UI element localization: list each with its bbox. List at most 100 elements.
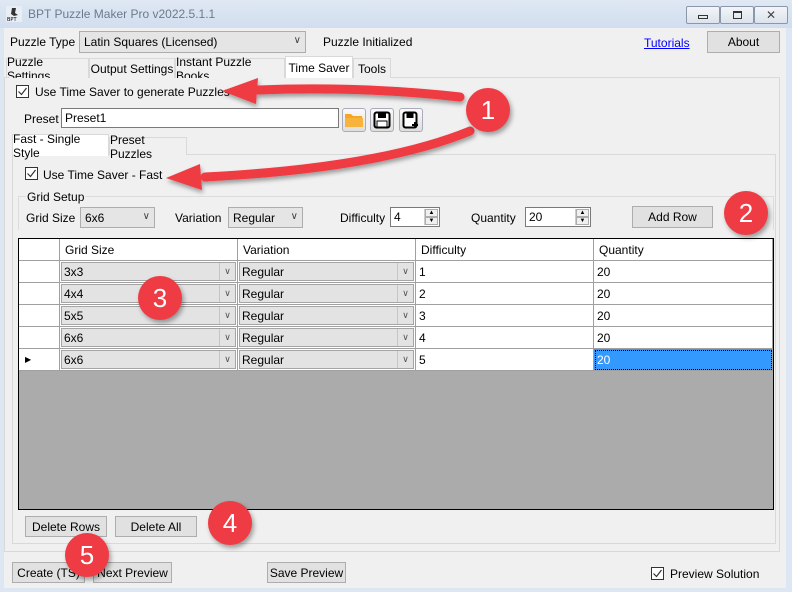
spin-up-icon[interactable]: ▲ (576, 209, 589, 217)
difficulty-cell[interactable]: 4 (416, 327, 594, 349)
minimize-button[interactable] (686, 6, 720, 24)
use-time-saver-fast-label: Use Time Saver - Fast (43, 168, 163, 182)
grid-size-cell[interactable]: 6x6 ∨ (60, 327, 238, 349)
maximize-icon (732, 11, 742, 19)
difficulty-value: 4 (394, 210, 401, 224)
puzzle-type-select[interactable]: Latin Squares (Licensed) ∨ (79, 31, 306, 53)
variation-cell-dropdown[interactable]: Regular ∨ (239, 284, 414, 303)
chevron-down-icon[interactable]: ∨ (397, 329, 413, 346)
tab-tools[interactable]: Tools (353, 58, 391, 78)
chevron-down-icon[interactable]: ∨ (397, 285, 413, 302)
variation-cell-dropdown[interactable]: Regular ∨ (239, 306, 414, 325)
quantity-cell[interactable]: 20 (594, 283, 773, 305)
difficulty-cell[interactable]: 2 (416, 283, 594, 305)
annotation-badge-1: 1 (466, 88, 510, 132)
variation-cell-value: Regular (242, 286, 285, 301)
column-header-quantity[interactable]: Quantity (594, 239, 773, 261)
difficulty-cell[interactable]: 1 (416, 261, 594, 283)
quantity-spinner[interactable]: 20 ▲ ▼ (525, 207, 591, 227)
delete-all-button[interactable]: Delete All (115, 516, 197, 537)
difficulty-spinner[interactable]: 4 ▲ ▼ (390, 207, 440, 227)
variation-cell[interactable]: Regular ∨ (238, 261, 416, 283)
variation-cell-dropdown[interactable]: Regular ∨ (239, 262, 414, 281)
quantity-cell[interactable]: 20 (594, 349, 773, 371)
use-time-saver-checkbox[interactable] (16, 85, 29, 98)
chevron-down-icon[interactable]: ∨ (219, 351, 235, 368)
column-header-difficulty[interactable]: Difficulty (416, 239, 594, 261)
row-header[interactable] (19, 327, 60, 349)
chevron-down-icon[interactable]: ∨ (397, 351, 413, 368)
chevron-down-icon[interactable]: ∨ (219, 329, 235, 346)
grid-row[interactable]: ▶ 6x6 ∨ Regular ∨ 5 20 (19, 349, 773, 371)
close-button[interactable]: ✕ (754, 6, 788, 24)
row-header[interactable] (19, 305, 60, 327)
variation-cell-dropdown[interactable]: Regular ∨ (239, 350, 414, 369)
variation-cell[interactable]: Regular ∨ (238, 283, 416, 305)
row-header[interactable] (19, 261, 60, 283)
tab-instant-puzzle-books[interactable]: Instant Puzzle Books (175, 55, 285, 83)
spin-up-icon[interactable]: ▲ (425, 209, 438, 217)
chevron-down-icon[interactable]: ∨ (397, 307, 413, 324)
maximize-button[interactable] (720, 6, 754, 24)
save-as-preset-button[interactable] (399, 108, 423, 132)
chevron-down-icon[interactable]: ∨ (397, 263, 413, 280)
about-button[interactable]: About (707, 31, 780, 53)
chevron-down-icon[interactable]: ∨ (219, 307, 235, 324)
puzzle-grid[interactable]: Grid Size Variation Difficulty Quantity … (18, 238, 774, 510)
grid-row[interactable]: 3x3 ∨ Regular ∨ 1 20 (19, 261, 773, 283)
puzzle-type-value: Latin Squares (Licensed) (84, 35, 218, 49)
tab-puzzle-settings[interactable]: Puzzle Settings (6, 55, 89, 83)
variation-select[interactable]: Regular ∨ (228, 207, 303, 228)
variation-label: Variation (175, 211, 222, 225)
grid-size-cell-dropdown[interactable]: 6x6 ∨ (61, 328, 236, 347)
column-header-grid-size[interactable]: Grid Size (60, 239, 238, 261)
variation-cell-dropdown[interactable]: Regular ∨ (239, 328, 414, 347)
quantity-spin-buttons[interactable]: ▲ ▼ (575, 209, 589, 225)
difficulty-cell[interactable]: 5 (416, 349, 594, 371)
difficulty-cell[interactable]: 3 (416, 305, 594, 327)
difficulty-cell-value: 1 (419, 264, 426, 279)
variation-cell[interactable]: Regular ∨ (238, 305, 416, 327)
variation-cell-value: Regular (242, 264, 285, 279)
add-row-button[interactable]: Add Row (632, 206, 713, 228)
quantity-cell[interactable]: 20 (594, 305, 773, 327)
grid-size-cell-value: 5x5 (64, 308, 84, 323)
grid-size-cell-dropdown[interactable]: 6x6 ∨ (61, 350, 236, 369)
grid-row[interactable]: 5x5 ∨ Regular ∨ 3 20 (19, 305, 773, 327)
annotation-badge-5: 5 (65, 533, 109, 577)
column-header-variation[interactable]: Variation (238, 239, 416, 261)
grid-row[interactable]: 6x6 ∨ Regular ∨ 4 20 (19, 327, 773, 349)
tab-time-saver[interactable]: Time Saver (285, 56, 353, 78)
variation-cell[interactable]: Regular ∨ (238, 349, 416, 371)
variation-cell[interactable]: Regular ∨ (238, 327, 416, 349)
quantity-cell-value: 20 (597, 352, 611, 367)
row-header[interactable] (19, 283, 60, 305)
preset-input[interactable]: Preset1 (61, 108, 339, 128)
tab-fast-single-style[interactable]: Fast - Single Style (12, 132, 109, 160)
checkmark-icon (18, 87, 27, 96)
open-preset-button[interactable] (342, 108, 366, 132)
save-preview-button[interactable]: Save Preview (267, 562, 346, 583)
preview-solution-checkbox[interactable] (651, 567, 664, 580)
row-header[interactable]: ▶ (19, 349, 60, 371)
use-time-saver-label: Use Time Saver to generate Puzzles (35, 85, 230, 99)
tutorials-link[interactable]: Tutorials (644, 36, 690, 50)
spin-down-icon[interactable]: ▼ (576, 217, 589, 225)
chevron-down-icon: ∨ (142, 211, 150, 222)
spin-down-icon[interactable]: ▼ (425, 217, 438, 225)
chevron-down-icon[interactable]: ∨ (219, 263, 235, 280)
bpt-app-icon: BPT (6, 6, 22, 23)
status-text: Puzzle Initialized (323, 35, 413, 49)
save-preset-button[interactable] (370, 108, 394, 132)
quantity-cell[interactable]: 20 (594, 327, 773, 349)
tab-output-settings[interactable]: Output Settings (89, 58, 175, 78)
use-time-saver-fast-checkbox[interactable] (25, 167, 38, 180)
grid-row[interactable]: 4x4 ∨ Regular ∨ 2 20 (19, 283, 773, 305)
difficulty-spin-buttons[interactable]: ▲ ▼ (424, 209, 438, 225)
quantity-cell[interactable]: 20 (594, 261, 773, 283)
grid-size-select[interactable]: 6x6 ∨ (80, 207, 155, 228)
grid-size-cell-value: 4x4 (64, 286, 84, 301)
grid-size-cell[interactable]: 6x6 ∨ (60, 349, 238, 371)
tab-preset-puzzles[interactable]: Preset Puzzles (109, 133, 187, 161)
chevron-down-icon[interactable]: ∨ (219, 285, 235, 302)
